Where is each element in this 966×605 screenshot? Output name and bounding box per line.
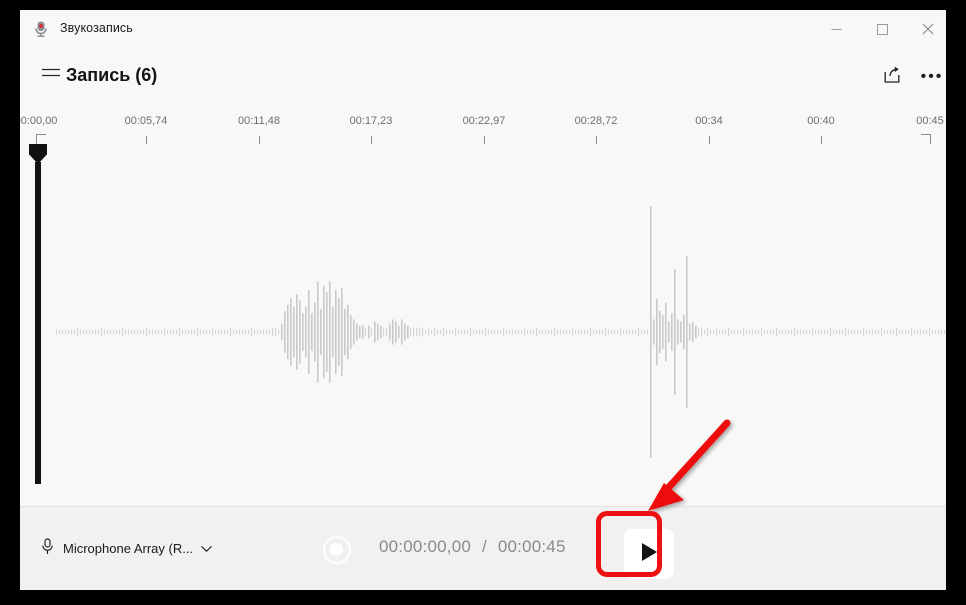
playhead-line — [35, 162, 41, 484]
play-button[interactable] — [624, 529, 674, 579]
screenshot-frame: Звукозапись Запись (6) ••• 0:00,00 00:05… — [0, 0, 966, 600]
playhead-handle-icon[interactable] — [29, 144, 47, 164]
title-bar: Звукозапись — [20, 10, 946, 48]
ruler-tick-label: 00:28,72 — [574, 115, 618, 127]
total-time: 00:00:45 — [497, 537, 566, 556]
maximize-icon — [876, 23, 888, 35]
current-time: 00:00:00,00 — [379, 537, 472, 556]
ruler-tick-mark — [36, 134, 46, 144]
ruler-tick-mark — [921, 134, 931, 144]
chevron-down-icon — [201, 541, 212, 556]
waveform-graphic — [56, 206, 946, 458]
microphone-label: Microphone Array (R... — [63, 540, 194, 556]
record-button[interactable] — [308, 521, 365, 578]
sound-recorder-window: Звукозапись Запись (6) ••• 0:00,00 00:05… — [20, 10, 946, 590]
playback-toolbar: Microphone Array (R... 00:00:00,00 / 00:… — [20, 507, 946, 590]
microphone-selector[interactable]: Microphone Array (R... — [40, 533, 212, 563]
microphone-icon — [40, 538, 55, 558]
hamburger-menu-icon — [42, 68, 60, 86]
ruler-tick-label: 00:11,48 — [237, 115, 281, 127]
minimize-icon — [831, 24, 842, 35]
app-header: Запись (6) ••• — [20, 48, 946, 106]
ruler-tick-label: 00:00,00 — [20, 115, 58, 127]
microphone-app-icon — [32, 20, 50, 38]
record-dot — [330, 543, 343, 556]
more-horizontal-icon: ••• — [920, 68, 944, 85]
ruler-tick-label: 00:05,74 — [124, 115, 168, 127]
app-title: Звукозапись — [60, 21, 133, 35]
minimize-button[interactable] — [813, 10, 859, 48]
ruler-tick-label: 00:45 — [916, 115, 944, 127]
more-options-top-button[interactable]: ••• — [913, 58, 946, 96]
hamburger-menu-button[interactable] — [32, 58, 70, 96]
ruler-tick-label: 00:22,97 — [462, 115, 506, 127]
time-separator: / — [481, 537, 487, 556]
record-icon — [322, 535, 351, 564]
time-display: 00:00:00,00 / 00:00:45 — [379, 537, 566, 557]
maximize-button[interactable] — [859, 10, 905, 48]
ruler-tick-label: 00:17,23 — [349, 115, 393, 127]
close-icon — [922, 23, 934, 35]
ruler-tick-label: 00:34 — [695, 115, 723, 127]
close-button[interactable] — [905, 10, 946, 48]
share-icon — [882, 65, 902, 90]
playhead-marker[interactable] — [29, 144, 47, 484]
waveform-canvas[interactable] — [20, 144, 946, 507]
page-title: Запись (6) — [66, 65, 158, 85]
play-icon — [639, 541, 659, 568]
share-button[interactable] — [873, 58, 911, 96]
ruler-tick-label: 00:40 — [807, 115, 835, 127]
